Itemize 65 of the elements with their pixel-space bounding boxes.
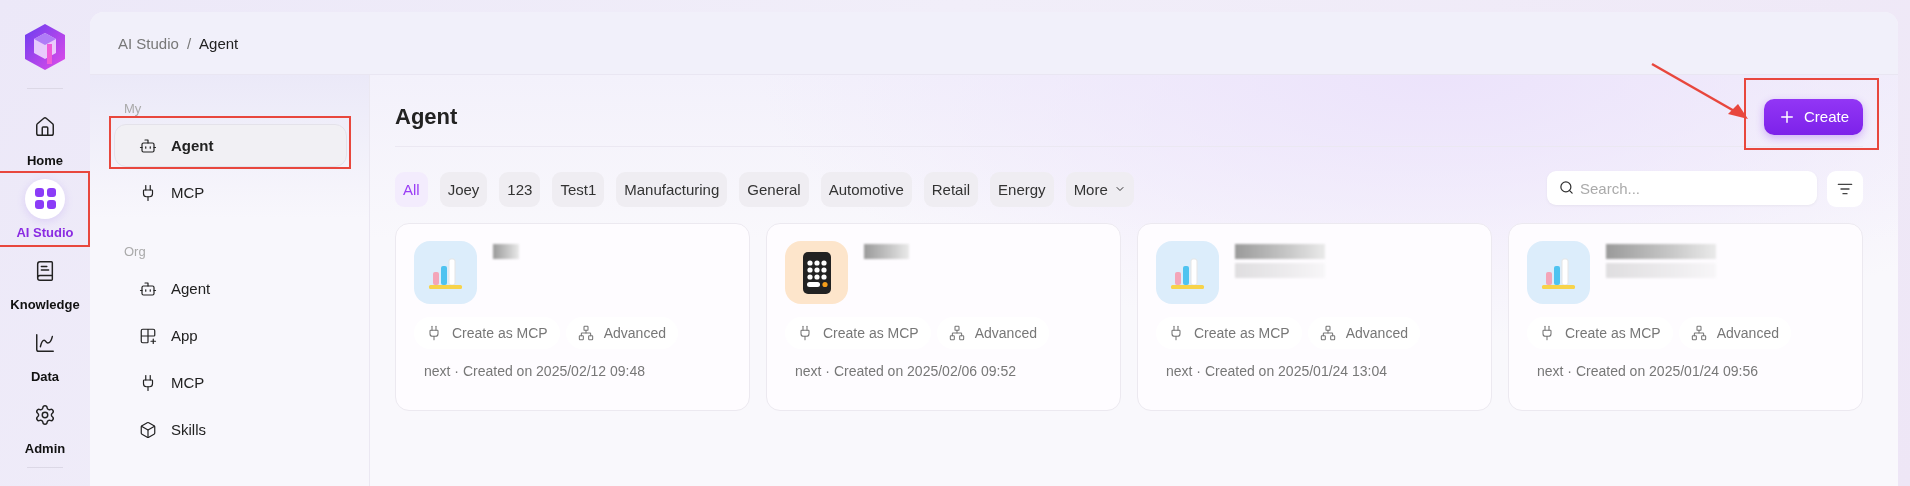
sidebar-item[interactable]: Agent bbox=[114, 267, 347, 310]
create-button[interactable]: Create bbox=[1763, 98, 1863, 135]
nav-item[interactable]: Data bbox=[30, 368, 60, 384]
sitemap-icon bbox=[948, 325, 965, 341]
home-icon bbox=[34, 115, 56, 138]
filter-tab[interactable]: Manufacturing bbox=[616, 171, 728, 207]
grid-icon bbox=[34, 188, 56, 209]
filter-tab[interactable]: Automotive bbox=[820, 171, 912, 207]
chart-icon bbox=[34, 331, 56, 354]
plug-icon bbox=[797, 325, 813, 341]
page-title: Agent bbox=[395, 103, 458, 130]
filter-tab[interactable]: Test1 bbox=[552, 171, 605, 207]
filter-tab[interactable]: Retail bbox=[923, 171, 979, 207]
sidebar-item[interactable]: MCP bbox=[114, 361, 347, 404]
section-heading: Org bbox=[123, 244, 147, 259]
sidebar-item[interactable]: Agent bbox=[114, 124, 347, 167]
sidebar-label: MCP bbox=[171, 374, 205, 391]
robot-icon bbox=[139, 279, 157, 298]
filter-tab[interactable]: All bbox=[395, 171, 428, 207]
blurred-text bbox=[864, 244, 909, 259]
nav-item[interactable]: AI Studio bbox=[16, 224, 74, 240]
sitemap-icon bbox=[1690, 325, 1707, 341]
blurred-text bbox=[493, 244, 519, 259]
robot-icon bbox=[139, 136, 157, 155]
nav-item[interactable]: Knowledge bbox=[10, 296, 80, 312]
more-dropdown[interactable]: More bbox=[1065, 171, 1134, 207]
filter-button[interactable] bbox=[1827, 171, 1863, 207]
agent-card[interactable]: Create as MCP Advanced next · Created on 2025/02/06 09:52 bbox=[766, 223, 1121, 411]
breadcrumb-item[interactable]: / bbox=[186, 34, 192, 52]
search-field[interactable]: Search... bbox=[1547, 171, 1817, 205]
agent-card[interactable]: Create as MCP Advanced next · Created on 2025/01/24 13:04 bbox=[1137, 223, 1492, 411]
agent-card[interactable]: Create as MCP Advanced next · Created on 2025/01/24 09:56 bbox=[1508, 223, 1863, 411]
sidebar-label: Agent bbox=[171, 280, 211, 297]
filter-icon bbox=[1837, 181, 1853, 197]
section-heading: My bbox=[123, 101, 143, 116]
logo-icon bbox=[22, 22, 68, 72]
breadcrumb-item[interactable]: AI Studio bbox=[118, 34, 179, 52]
sitemap-icon bbox=[1319, 325, 1336, 341]
cube-icon bbox=[139, 420, 157, 439]
card-meta: next · Created on 2025/02/12 09:48 bbox=[423, 363, 647, 379]
filter-tab[interactable]: Energy bbox=[990, 171, 1054, 207]
sidebar-label: Agent bbox=[171, 137, 214, 154]
sitemap-icon bbox=[577, 325, 594, 341]
sidebar-item[interactable]: MCP bbox=[114, 171, 347, 214]
breadcrumb-current: Agent bbox=[199, 34, 239, 52]
nav-item[interactable]: Home bbox=[26, 152, 64, 168]
nav-item[interactable]: Admin bbox=[24, 440, 66, 456]
book-icon bbox=[34, 259, 56, 282]
filter-tab[interactable]: General bbox=[739, 171, 809, 207]
sidebar-label: MCP bbox=[171, 184, 205, 201]
apps-icon bbox=[139, 326, 157, 345]
plug-icon bbox=[1539, 325, 1555, 341]
settings-icon bbox=[34, 403, 56, 426]
plug-icon bbox=[1168, 325, 1184, 341]
sidebar-label: App bbox=[171, 327, 198, 344]
sidebar-item[interactable]: Skills bbox=[114, 408, 347, 451]
card-meta: next · Created on 2025/01/24 09:56 bbox=[1536, 363, 1760, 379]
filter-tab[interactable]: 123 bbox=[499, 171, 541, 207]
sidebar-label: Skills bbox=[171, 421, 206, 438]
sidebar-item[interactable]: App bbox=[114, 314, 347, 357]
plug-icon bbox=[426, 325, 442, 341]
agent-card[interactable]: Create as MCP Advanced next · Created on 2025/02/12 09:48 bbox=[395, 223, 750, 411]
card-meta: next · Created on 2025/02/06 09:52 bbox=[794, 363, 1018, 379]
filter-tab[interactable]: Joey bbox=[439, 171, 488, 207]
card-meta: next · Created on 2025/01/24 13:04 bbox=[1165, 363, 1389, 379]
